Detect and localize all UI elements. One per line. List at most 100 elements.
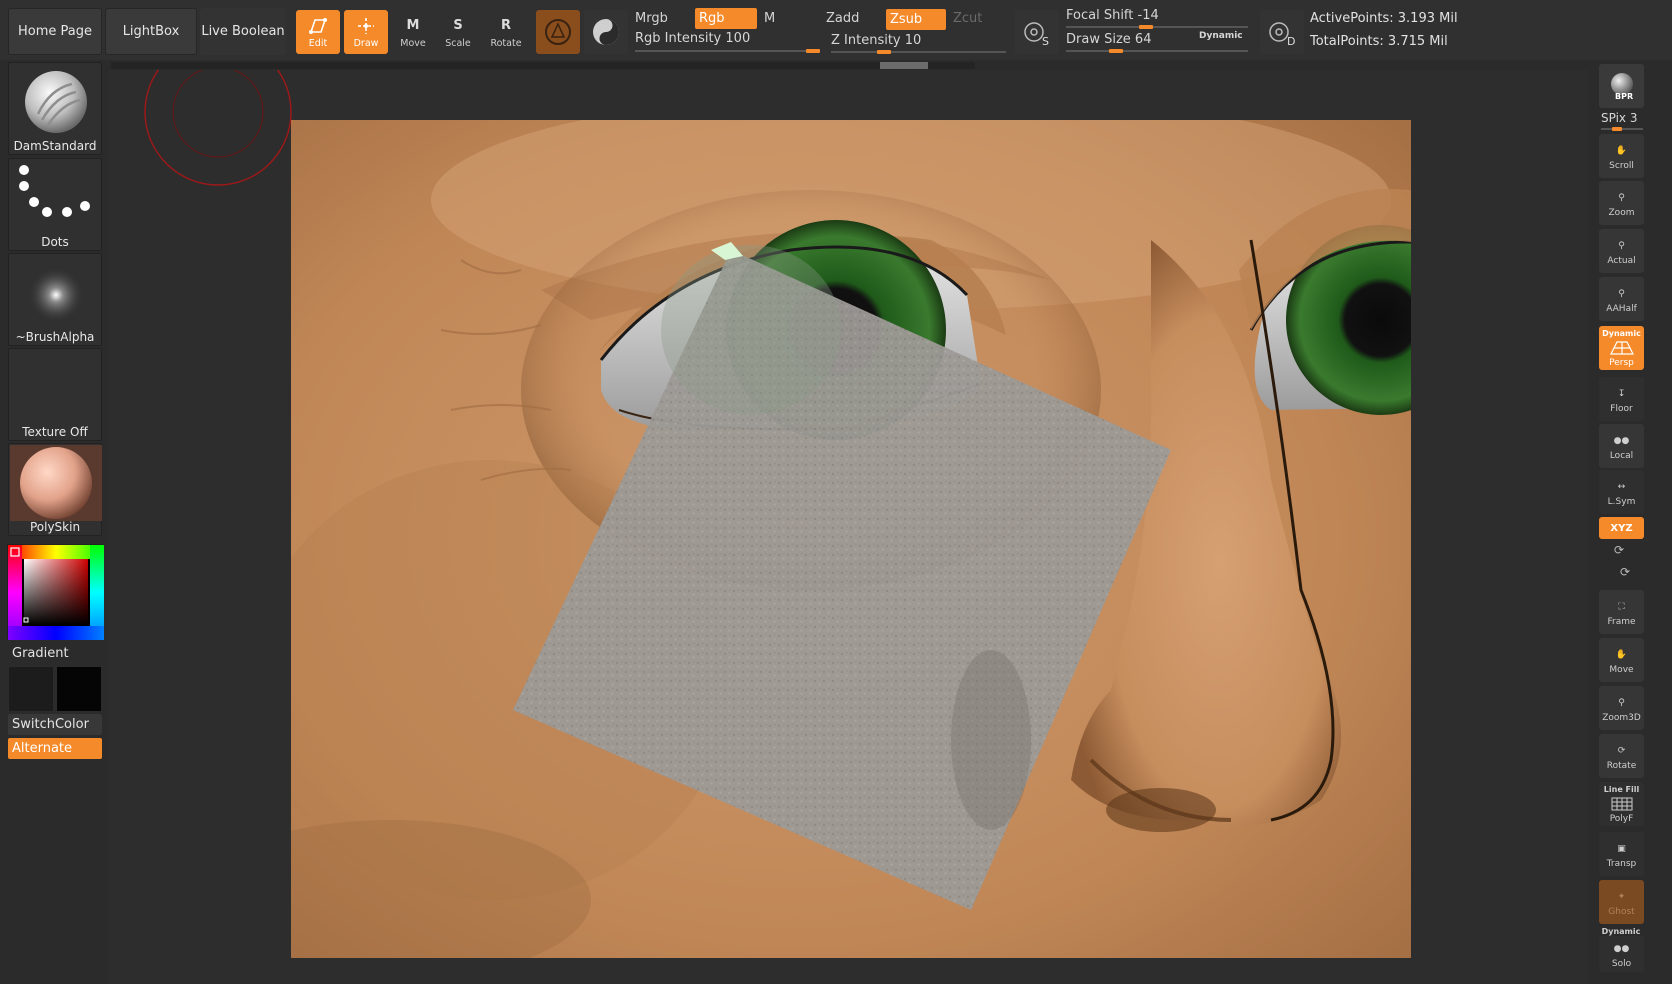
- material-slot[interactable]: PolySkin: [8, 443, 102, 536]
- draw-size-label[interactable]: Draw Size 64: [1066, 32, 1151, 47]
- actual-button[interactable]: ⚲ Actual: [1599, 229, 1644, 273]
- lsym-button[interactable]: ↔ L.Sym: [1599, 470, 1644, 514]
- rotate-z-icon[interactable]: ⟳: [1620, 565, 1630, 579]
- rgb-intensity-label[interactable]: Rgb Intensity 100: [635, 31, 750, 46]
- total-points: TotalPoints: 3.715 Mil: [1310, 34, 1448, 49]
- timeline-ruler[interactable]: [111, 62, 975, 69]
- z-intensity-label[interactable]: Z Intensity 10: [831, 33, 921, 48]
- rotate-key: R: [500, 18, 511, 33]
- aahalf-button[interactable]: ⚲ AAHalf: [1599, 277, 1644, 321]
- shading-sphere-icon: [593, 19, 619, 45]
- actual-magnifier-icon: ⚲: [1618, 241, 1625, 251]
- color-picker[interactable]: [7, 544, 104, 640]
- rgb-toggle[interactable]: Rgb: [695, 8, 757, 29]
- bpr-label: BPR: [1615, 92, 1633, 101]
- move-icon: M: [402, 16, 424, 36]
- xyz-button[interactable]: XYZ: [1599, 517, 1644, 539]
- rotate-view-icon: ⟳: [1617, 746, 1626, 756]
- stroke-name: Dots: [41, 235, 69, 249]
- secondary-color-swatch[interactable]: [8, 666, 54, 712]
- zoom3d-icon: ⚲: [1618, 698, 1625, 708]
- draw-button[interactable]: Draw: [344, 10, 388, 54]
- texture-slot[interactable]: Texture Off: [8, 348, 102, 441]
- alpha-glow-icon: [28, 267, 84, 323]
- rotate-y-icon[interactable]: ⟳: [1614, 543, 1624, 557]
- main-color-swatch[interactable]: [56, 666, 102, 712]
- dynamic-toggle[interactable]: Dynamic: [1199, 31, 1243, 41]
- bpr-sphere-icon: BPR: [1610, 73, 1633, 101]
- symmetry-arrows-icon: ↔: [1617, 482, 1626, 492]
- bpr-button[interactable]: BPR: [1599, 64, 1644, 108]
- spix-slider[interactable]: [1601, 128, 1643, 130]
- s-key: S: [1042, 35, 1049, 48]
- move-hand-icon: ✋: [1615, 650, 1628, 660]
- zoom-button[interactable]: ⚲ Zoom: [1599, 181, 1644, 225]
- zsub-toggle[interactable]: Zsub: [886, 9, 946, 30]
- focal-shift-label[interactable]: Focal Shift -14: [1066, 8, 1159, 23]
- rotate-view-button[interactable]: ⟳ Rotate: [1599, 734, 1644, 778]
- ghost-button[interactable]: ✦ Ghost: [1599, 880, 1644, 924]
- rgb-intensity-slider[interactable]: [635, 50, 820, 52]
- home-page-button[interactable]: Home Page: [8, 8, 102, 55]
- lazy-snap-button[interactable]: S: [1015, 10, 1059, 54]
- focal-shift-value: -14: [1137, 8, 1159, 23]
- color-picker-graphic: [8, 545, 104, 640]
- rotate-label: Rotate: [490, 37, 522, 49]
- switch-color-button[interactable]: SwitchColor: [8, 714, 102, 735]
- transp-icon: ▣: [1617, 844, 1626, 854]
- draw-size-slider[interactable]: [1066, 50, 1248, 52]
- timeline-thumb[interactable]: [880, 62, 928, 69]
- rotate-button[interactable]: R Rotate: [484, 10, 528, 54]
- move-button[interactable]: M Move: [391, 10, 435, 54]
- move-view-label: Move: [1609, 665, 1634, 675]
- stroke-slot[interactable]: Dots: [8, 158, 102, 251]
- rgb-intensity-knob[interactable]: [806, 49, 820, 53]
- transp-button[interactable]: ▣ Transp: [1599, 832, 1644, 876]
- scroll-button[interactable]: ✋ Scroll: [1599, 134, 1644, 178]
- scale-button[interactable]: S Scale: [436, 10, 480, 54]
- live-boolean-button[interactable]: Live Boolean: [200, 8, 286, 55]
- dynamic-d-button[interactable]: D: [1260, 10, 1304, 54]
- move-key: M: [406, 18, 420, 33]
- persp-button[interactable]: Dynamic Persp: [1599, 326, 1644, 370]
- move-view-button[interactable]: ✋ Move: [1599, 638, 1644, 682]
- move-label: Move: [400, 37, 426, 49]
- shading-button[interactable]: [584, 10, 628, 54]
- viewport-canvas[interactable]: [291, 120, 1411, 958]
- gradient-label[interactable]: Gradient: [12, 646, 69, 661]
- focal-shift-slider[interactable]: [1066, 26, 1248, 28]
- material-button[interactable]: [536, 10, 580, 54]
- zoom3d-button[interactable]: ⚲ Zoom3D: [1599, 686, 1644, 730]
- scroll-label: Scroll: [1609, 161, 1634, 171]
- target-s-icon: S: [1024, 22, 1049, 48]
- material-name: PolySkin: [29, 520, 81, 534]
- frame-button[interactable]: ⛶ Frame: [1599, 590, 1644, 634]
- active-points: ActivePoints: 3.193 Mil: [1310, 11, 1458, 26]
- brush-slot[interactable]: DamStandard: [8, 62, 102, 155]
- polyf-label: PolyF: [1609, 813, 1634, 824]
- draw-size-knob[interactable]: [1109, 49, 1123, 53]
- mrgb-toggle[interactable]: Mrgb: [631, 8, 691, 29]
- solo-button[interactable]: ●● Solo: [1599, 936, 1644, 972]
- spix-knob[interactable]: [1612, 127, 1622, 131]
- zadd-toggle[interactable]: Zadd: [822, 8, 882, 29]
- polyf-button[interactable]: Line Fill PolyF: [1599, 782, 1644, 826]
- floor-button[interactable]: ↧ Floor: [1599, 377, 1644, 421]
- persp-label: Persp: [1609, 357, 1634, 368]
- actual-label: Actual: [1607, 256, 1636, 266]
- texture-name: Texture Off: [22, 425, 88, 439]
- floor-label: Floor: [1610, 404, 1633, 414]
- spix-label[interactable]: SPix 3: [1601, 111, 1637, 125]
- edit-button[interactable]: Edit: [296, 10, 340, 54]
- m-toggle[interactable]: M: [760, 8, 820, 29]
- material-skin-icon: [10, 445, 102, 521]
- local-button[interactable]: ●● Local: [1599, 424, 1644, 468]
- alpha-slot[interactable]: ~BrushAlpha: [8, 253, 102, 346]
- alternate-button[interactable]: Alternate: [8, 738, 102, 759]
- lightbox-button[interactable]: LightBox: [105, 8, 197, 55]
- z-intensity-slider[interactable]: [831, 51, 1006, 53]
- focal-shift-knob[interactable]: [1139, 25, 1153, 29]
- z-intensity-knob[interactable]: [877, 50, 891, 54]
- zcut-toggle[interactable]: Zcut: [949, 8, 1005, 29]
- aahalf-label: AAHalf: [1606, 304, 1637, 314]
